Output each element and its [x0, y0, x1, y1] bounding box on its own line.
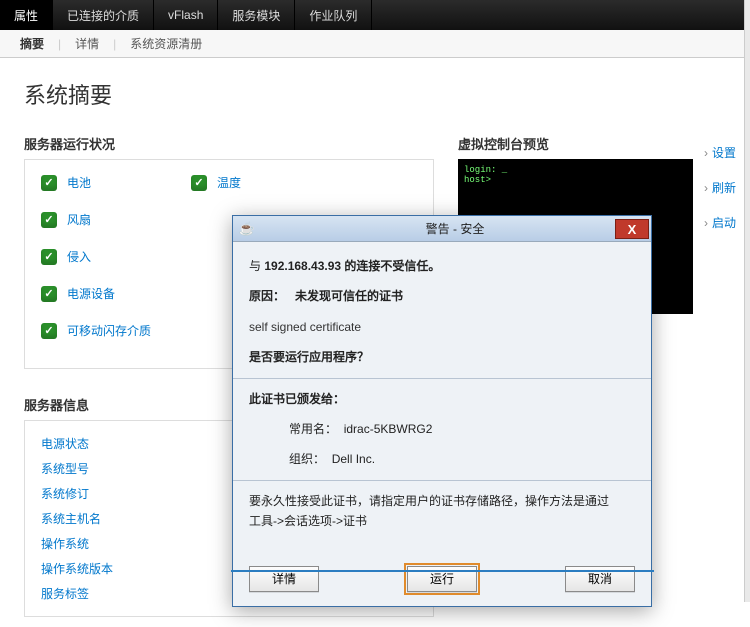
- link-launch[interactable]: ›启动: [704, 214, 736, 231]
- close-button[interactable]: X: [615, 219, 649, 239]
- top-nav: 属性 已连接的介质 vFlash 服务模块 作业队列: [0, 0, 750, 30]
- dialog-title: 警告 - 安全: [259, 220, 651, 237]
- sub-nav: 摘要 | 详情 | 系统资源清册: [0, 30, 750, 58]
- dialog-issued-to: 此证书已颁发给：: [249, 389, 635, 409]
- scrollbar[interactable]: [744, 0, 750, 602]
- health-temperature[interactable]: ✓温度: [191, 174, 241, 191]
- page-title: 系统摘要: [24, 78, 726, 110]
- check-icon: ✓: [191, 175, 207, 191]
- check-icon: ✓: [41, 175, 57, 191]
- health-intrusion[interactable]: ✓侵入: [41, 248, 151, 265]
- dialog-titlebar[interactable]: ☕ 警告 - 安全 X: [233, 216, 651, 242]
- preview-title: 虚拟控制台预览: [458, 134, 726, 153]
- health-power[interactable]: ✓电源设备: [41, 285, 151, 302]
- chevron-right-icon: ›: [704, 146, 708, 160]
- dialog-org: 组织： Dell Inc.: [289, 449, 635, 469]
- chevron-right-icon: ›: [704, 216, 708, 230]
- link-refresh[interactable]: ›刷新: [704, 179, 736, 196]
- tab-job-queue[interactable]: 作业队列: [295, 0, 372, 30]
- dialog-self-signed: self signed certificate: [249, 317, 635, 337]
- dialog-question: 是否要运行应用程序？: [249, 347, 635, 367]
- dialog-reason: 原因： 未发现可信任的证书: [249, 286, 635, 306]
- tab-connected-media[interactable]: 已连接的介质: [53, 0, 154, 30]
- chevron-right-icon: ›: [704, 181, 708, 195]
- dialog-perm-text: 要永久性接受此证书，请指定用户的证书存储路径，操作方法是通过 工具->会话选项-…: [249, 491, 635, 532]
- tab-vflash[interactable]: vFlash: [154, 0, 218, 30]
- health-flash[interactable]: ✓可移动闪存介质: [41, 322, 151, 339]
- subnav-summary[interactable]: 摘要: [10, 35, 54, 52]
- health-fan[interactable]: ✓风扇: [41, 211, 151, 228]
- health-title: 服务器运行状况: [24, 134, 434, 153]
- dialog-connection-line: 与 192.168.43.93 的连接不受信任。: [249, 256, 635, 276]
- check-icon: ✓: [41, 212, 57, 228]
- link-settings[interactable]: ›设置: [704, 144, 736, 161]
- check-icon: ✓: [41, 323, 57, 339]
- dialog-cn: 常用名： idrac-5KBWRG2: [289, 419, 635, 439]
- check-icon: ✓: [41, 249, 57, 265]
- security-warning-dialog: ☕ 警告 - 安全 X 与 192.168.43.93 的连接不受信任。 原因：…: [232, 215, 652, 607]
- subnav-details[interactable]: 详情: [65, 35, 109, 52]
- tab-service-module[interactable]: 服务模块: [218, 0, 295, 30]
- dialog-highlight: [231, 570, 654, 574]
- java-icon: ☕: [239, 221, 255, 237]
- subnav-inventory[interactable]: 系统资源清册: [120, 35, 212, 52]
- check-icon: ✓: [41, 286, 57, 302]
- preview-actions: ›设置 ›刷新 ›启动: [704, 144, 736, 231]
- tab-attributes[interactable]: 属性: [0, 0, 53, 30]
- health-battery[interactable]: ✓电池: [41, 174, 151, 191]
